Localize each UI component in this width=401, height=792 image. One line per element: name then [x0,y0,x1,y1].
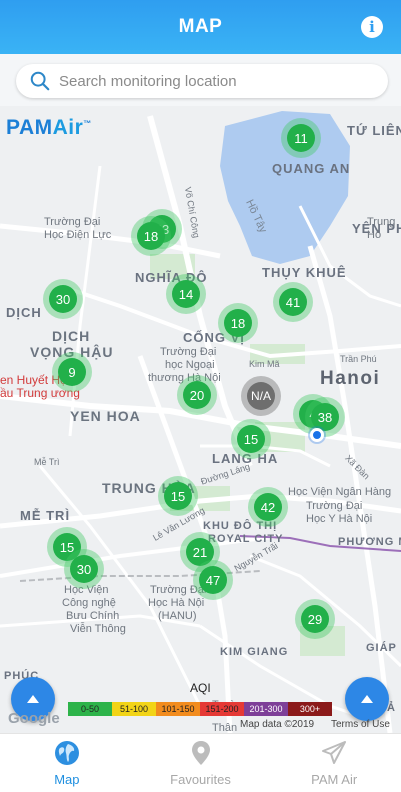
search-bar [0,54,401,106]
map-label: Học Viện Ngân Hàng [288,486,392,498]
current-location-dot [310,428,324,442]
map-label: (HANU) [158,610,197,622]
map-label: Trung [367,216,396,228]
aqi-legend-segment: 0-50 [68,702,112,716]
map-label: THỤY KHUÊ [262,265,347,280]
aqi-legend-segment: 51-100 [112,702,156,716]
search-input[interactable] [59,72,359,90]
map-label: PHƯƠNG MAI [338,536,401,548]
tab-pam-air[interactable]: PAM Air [267,734,401,792]
search-icon [30,71,50,91]
aqi-marker[interactable]: 14 [166,274,206,314]
map-label: KIM GIANG [220,646,289,658]
map-label: Trường Đại [306,500,363,512]
map-label: TỨ LIÊN [347,123,401,138]
aqi-legend-segment: 151-200 [200,702,244,716]
aqi-marker[interactable]: 30 [43,279,83,319]
map-label: Hanoi [320,368,381,389]
bottom-tab-bar: Map Favourites PAM Air [0,733,401,792]
triangle-up-icon [361,695,373,703]
tab-label: Favourites [170,772,231,787]
triangle-up-icon [27,695,39,703]
map-label: GIÁP [366,642,397,654]
map-label: Công nghệ [62,597,116,609]
tab-favourites[interactable]: Favourites [134,734,268,792]
map-label: Kim Mã [249,359,280,369]
tab-label: Map [54,772,80,787]
map-label: Bưu Chính [66,610,120,622]
aqi-legend-title: AQI [190,681,211,695]
search-box[interactable] [16,64,388,98]
info-icon[interactable]: i [361,16,383,38]
pamair-logo: PAMAir™ [6,116,92,139]
map-label: Mễ Trì [34,457,60,467]
map-data-attribution: Map data ©2019 [240,719,315,730]
aqi-marker-na[interactable]: N/A [241,376,281,416]
terms-of-use-link[interactable]: Terms of Use [331,719,390,730]
map-label: DỊCH [6,305,42,320]
map-view[interactable]: PAMAir™ TỨ LIÊN QUANG AN YÊN PHỤ Trường … [0,106,401,733]
map-label: Trần Phú [340,354,377,364]
map-label: Hồ [367,229,382,241]
aqi-marker[interactable]: 18 [218,303,258,343]
aqi-marker[interactable]: 11 [281,118,321,158]
aqi-marker[interactable]: 9 [52,352,92,392]
aqi-marker[interactable]: 18 [131,216,171,256]
map-label: Học Y Hà Nội [306,513,373,525]
expand-up-button-right[interactable] [345,677,389,721]
app-header: MAP i [0,0,401,54]
aqi-marker[interactable]: 42 [248,487,288,527]
location-pin-icon [191,741,210,765]
aqi-marker[interactable]: 47 [193,560,233,600]
aqi-legend: 0-50 51-100 101-150 151-200 201-300 300+ [68,702,332,716]
tab-map[interactable]: Map [0,734,134,792]
map-label: YEN HOA [70,408,141,424]
map-label: Trường Đại [44,216,101,228]
tab-label: PAM Air [311,772,358,787]
map-label: Thân [212,722,238,733]
aqi-marker[interactable]: 20 [177,375,217,415]
map-label: Học Điện Lực [44,229,112,241]
map-label: Viễn Thông [70,623,126,635]
globe-icon [54,741,79,765]
page-title: MAP [178,16,223,37]
map-label: MỄ TRÌ [20,508,71,523]
aqi-marker[interactable]: 15 [231,419,271,459]
paper-plane-icon [322,741,347,764]
aqi-marker[interactable]: 30 [64,549,104,589]
aqi-marker[interactable]: 29 [295,599,335,639]
aqi-legend-segment: 300+ [288,702,332,716]
map-label: học Ngoại [165,359,215,371]
google-logo: Google [8,710,60,727]
map-label: Trường Đại [160,346,217,358]
map-label: Học Hà Nội [148,597,205,609]
aqi-marker[interactable]: 15 [158,476,198,516]
aqi-legend-segment: 101-150 [156,702,200,716]
map-label: DỊCH [52,328,91,344]
map-label: QUANG AN [272,161,351,176]
aqi-marker[interactable]: 41 [273,282,313,322]
aqi-legend-segment: 201-300 [244,702,288,716]
